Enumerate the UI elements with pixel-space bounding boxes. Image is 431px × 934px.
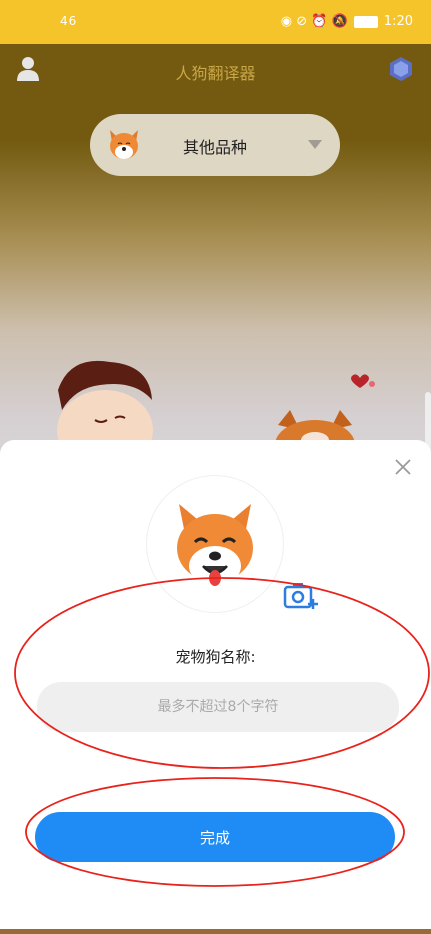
close-icon[interactable]	[392, 456, 414, 478]
pet-name-input[interactable]	[37, 682, 399, 732]
person-illustration	[57, 360, 153, 450]
battery-icon	[353, 15, 378, 28]
dropdown-arrow-icon[interactable]	[308, 140, 322, 149]
bottom-edge	[0, 929, 431, 934]
breed-label: 其他品种	[182, 138, 247, 157]
done-button[interactable]: 完成	[35, 812, 395, 862]
heart-icon	[351, 374, 375, 388]
shiba-avatar-icon	[177, 504, 253, 586]
pet-avatar[interactable]	[147, 476, 283, 612]
clock: 1:20	[383, 14, 413, 29]
page-title: 人狗翻译器	[175, 64, 256, 83]
camera-add-icon[interactable]	[283, 581, 319, 611]
app-screen: 46 ◉ ⊘ ⏰ 🔕 1:20 人狗翻译器 其他品种 宠物狗名称: 最多不超过8…	[0, 0, 431, 934]
breed-selector[interactable]: 其他品种	[90, 114, 340, 176]
signal-indicator: 46	[60, 14, 78, 28]
illustration	[57, 360, 375, 450]
vip-badge-icon[interactable]	[389, 56, 413, 82]
status-icons: ◉ ⊘ ⏰ 🔕 1:20	[281, 14, 413, 29]
status-bar: 46 ◉ ⊘ ⏰ 🔕 1:20	[0, 0, 431, 44]
app-header: 人狗翻译器	[0, 44, 431, 96]
pet-name-label: 宠物狗名称:	[175, 648, 256, 666]
status-glyphs-icon: ◉ ⊘ ⏰ 🔕	[280, 14, 348, 29]
